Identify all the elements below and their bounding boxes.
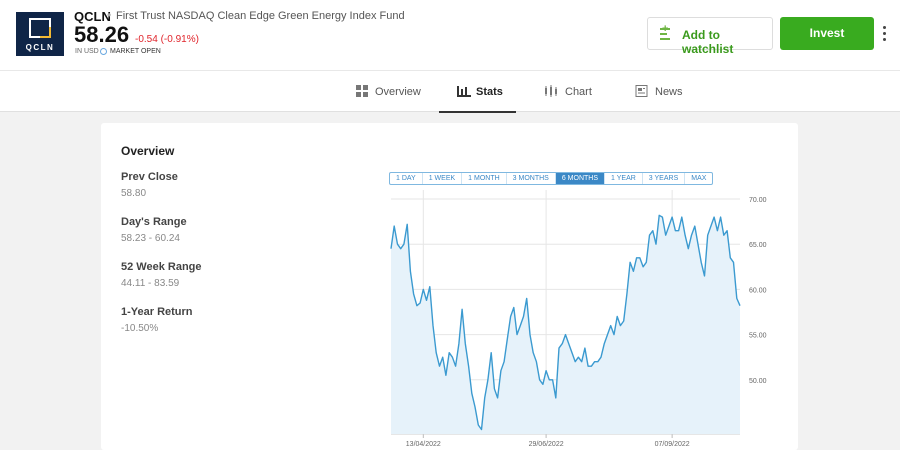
y-tick-label: 50.00	[749, 378, 767, 385]
logo-mark	[29, 18, 51, 38]
stat-label-prev-close: Prev Close	[121, 171, 178, 183]
stat-value-prev-close: 58.80	[121, 188, 147, 199]
x-tick-label: 13/04/2022	[406, 441, 441, 448]
tab-bar: Overview Stats Chart News	[0, 70, 900, 113]
newspaper-icon	[635, 85, 648, 97]
stat-value-days-range: 58.23 - 60.24	[121, 233, 180, 244]
bar-chart-icon	[457, 86, 471, 97]
range-1-year-button[interactable]: 1 YEAR	[605, 173, 643, 184]
x-tick-label: 07/09/2022	[655, 441, 690, 448]
tab-chart[interactable]: Chart	[545, 71, 595, 112]
grid-icon	[356, 85, 368, 97]
y-tick-label: 70.00	[749, 197, 767, 204]
stats-card: Overview Prev Close 58.80 Day's Range 58…	[101, 123, 798, 450]
fund-logo: QCLN	[16, 12, 64, 56]
y-tick-label: 60.00	[749, 287, 767, 294]
range-3-years-button[interactable]: 3 YEARS	[643, 173, 686, 184]
candlestick-icon	[545, 85, 557, 97]
logo-text: QCLN	[25, 43, 55, 52]
add-to-watchlist-button[interactable]: + Add to watchlist	[647, 17, 773, 56]
clock-icon	[100, 48, 107, 55]
tab-stats[interactable]: Stats	[439, 71, 516, 113]
range-1-month-button[interactable]: 1 MONTH	[462, 173, 507, 184]
price-chart: 70.00 65.00 60.00 55.00 50.00 13/04/2022 29/06…	[390, 190, 767, 448]
stat-label-1-year-return: 1-Year Return	[121, 306, 193, 318]
range-3-months-button[interactable]: 3 MONTHS	[507, 173, 556, 184]
stat-label-days-range: Day's Range	[121, 216, 187, 228]
watchlist-label: Add to watchlist	[682, 28, 734, 56]
range-max-button[interactable]: MAX	[685, 173, 712, 184]
tab-label: News	[655, 86, 683, 98]
stat-value-52-week-range: 44.11 - 83.59	[121, 278, 180, 289]
stat-value-1-year-return: -10.50%	[121, 323, 159, 334]
range-1-day-button[interactable]: 1 DAY	[390, 173, 423, 184]
tab-label: Overview	[375, 86, 421, 98]
currency-label: IN USD	[75, 48, 99, 55]
y-tick-label: 65.00	[749, 242, 767, 249]
stat-label-52-week-range: 52 Week Range	[121, 261, 202, 273]
y-tick-label: 55.00	[749, 333, 767, 340]
fund-name: First Trust NASDAQ Clean Edge Green Ener…	[116, 10, 405, 22]
x-tick-label: 29/06/2022	[529, 441, 564, 448]
tab-overview[interactable]: Overview	[356, 71, 422, 112]
invest-button[interactable]: Invest	[780, 17, 874, 50]
more-options-icon[interactable]	[880, 24, 890, 42]
market-status: MARKET OPEN	[110, 48, 161, 55]
price-change: -0.54 (-0.91%)	[135, 34, 199, 45]
current-price: 58.26	[74, 22, 130, 47]
tab-label: Chart	[565, 86, 592, 98]
plus-icon: +	[662, 23, 669, 35]
range-selector: 1 DAY 1 WEEK 1 MONTH 3 MONTHS 6 MONTHS 1 YEAR…	[389, 172, 714, 185]
stock-header: QCLN QCLN • First Trust NASDAQ Clean Edg…	[0, 0, 900, 70]
separator-dot: •	[107, 8, 112, 22]
overview-title: Overview	[121, 144, 175, 158]
tab-label: Stats	[476, 86, 503, 98]
range-1-week-button[interactable]: 1 WEEK	[423, 173, 463, 184]
range-6-months-button[interactable]: 6 MONTHS	[555, 173, 606, 184]
tab-news[interactable]: News	[635, 71, 685, 112]
